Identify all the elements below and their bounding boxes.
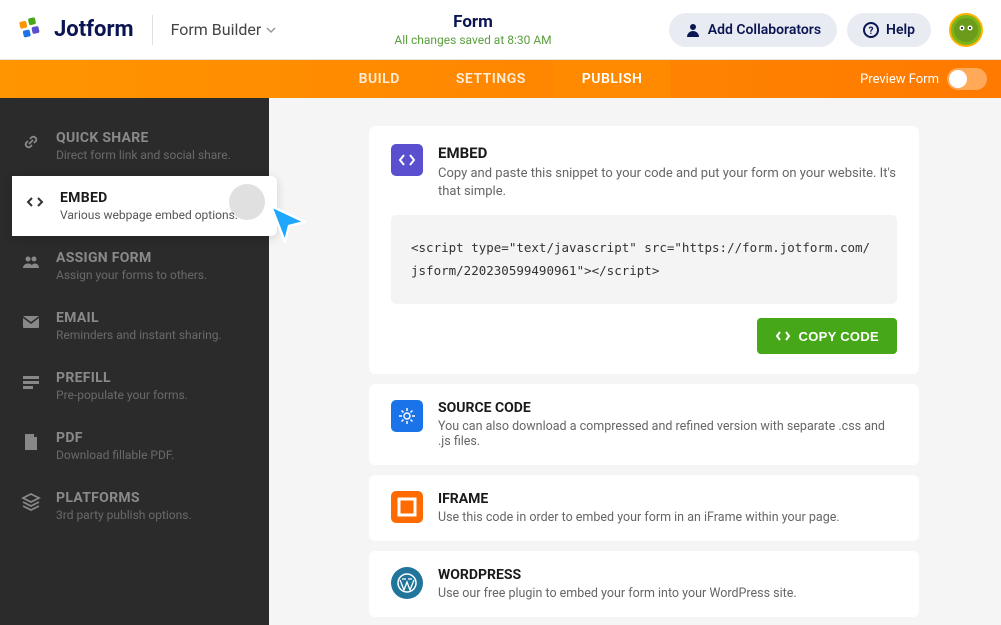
- form-title[interactable]: Form: [453, 12, 493, 32]
- sidebar-desc: 3rd party publish options.: [56, 508, 249, 522]
- option-title: IFRAME: [438, 491, 840, 507]
- sidebar-title: PLATFORMS: [56, 490, 249, 506]
- tab-bar: BUILD SETTINGS PUBLISH Preview Form: [0, 60, 1001, 98]
- sidebar-title: PREFILL: [56, 370, 249, 386]
- code-icon: [775, 328, 791, 344]
- app-header: Jotform Form Builder Form All changes sa…: [0, 0, 1001, 60]
- tab-build[interactable]: BUILD: [331, 60, 428, 98]
- sidebar-item-quick-share[interactable]: QUICK SHARE Direct form link and social s…: [0, 116, 269, 176]
- main-content: EMBED Copy and paste this snippet to you…: [269, 98, 1001, 625]
- sidebar-title: QUICK SHARE: [56, 130, 249, 146]
- body: QUICK SHARE Direct form link and social s…: [0, 98, 1001, 625]
- help-label: Help: [886, 22, 915, 38]
- header-actions: Add Collaborators ? Help: [669, 13, 983, 47]
- sidebar-item-prefill[interactable]: PREFILL Pre-populate your forms.: [0, 356, 269, 416]
- help-button[interactable]: ? Help: [847, 13, 931, 47]
- svg-text:?: ?: [869, 26, 874, 37]
- list-icon: [20, 372, 42, 402]
- option-desc: You can also download a compressed and r…: [438, 419, 897, 449]
- sidebar-desc: Pre-populate your forms.: [56, 388, 249, 402]
- sidebar-title: PDF: [56, 430, 249, 446]
- option-title: SOURCE CODE: [438, 400, 897, 416]
- tab-settings[interactable]: SETTINGS: [428, 60, 554, 98]
- builder-label[interactable]: Form Builder: [171, 20, 262, 39]
- wordpress-icon: [391, 567, 423, 599]
- layers-icon: [20, 492, 42, 522]
- logo-text: Jotform: [54, 17, 134, 42]
- sidebar: QUICK SHARE Direct form link and social s…: [0, 98, 269, 625]
- sidebar-desc: Assign your forms to others.: [56, 268, 249, 282]
- add-collab-label: Add Collaborators: [708, 22, 821, 38]
- sidebar-desc: Reminders and instant sharing.: [56, 328, 249, 342]
- option-source-code[interactable]: SOURCE CODE You can also download a comp…: [369, 384, 919, 465]
- tab-publish[interactable]: PUBLISH: [554, 60, 671, 98]
- person-icon: [685, 22, 701, 38]
- option-desc: Use our free plugin to embed your form i…: [438, 586, 797, 601]
- gear-icon: [391, 400, 423, 432]
- copy-btn-label: COPY CODE: [799, 329, 879, 344]
- option-iframe[interactable]: IFRAME Use this code in order to embed y…: [369, 475, 919, 541]
- pdf-icon: [20, 432, 42, 462]
- help-icon: ?: [863, 22, 879, 38]
- link-icon: [20, 132, 42, 162]
- option-title: WORDPRESS: [438, 567, 797, 583]
- click-indicator: [229, 184, 265, 220]
- add-collaborators-button[interactable]: Add Collaborators: [669, 13, 837, 47]
- sidebar-desc: Various webpage embed options.: [60, 208, 257, 222]
- logo[interactable]: Jotform: [18, 16, 134, 44]
- code-icon: [24, 192, 46, 222]
- logo-icon: [18, 16, 46, 44]
- code-icon: [391, 144, 423, 176]
- sidebar-desc: Download fillable PDF.: [56, 448, 249, 462]
- sidebar-title: ASSIGN FORM: [56, 250, 249, 266]
- embed-title: EMBED: [438, 144, 897, 162]
- avatar-icon: [953, 17, 979, 43]
- frame-icon: [391, 491, 423, 523]
- copy-code-button[interactable]: COPY CODE: [757, 318, 897, 354]
- sidebar-desc: Direct form link and social share.: [56, 148, 249, 162]
- preview-toggle[interactable]: [947, 68, 987, 90]
- code-snippet[interactable]: <script type="text/javascript" src="http…: [391, 215, 897, 304]
- chevron-down-icon[interactable]: [265, 24, 277, 36]
- envelope-icon: [20, 312, 42, 342]
- sidebar-item-embed[interactable]: EMBED Various webpage embed options.: [12, 176, 277, 236]
- preview-label: Preview Form: [860, 72, 939, 87]
- embed-panel: EMBED Copy and paste this snippet to you…: [369, 126, 919, 374]
- sidebar-item-email[interactable]: EMAIL Reminders and instant sharing.: [0, 296, 269, 356]
- sidebar-item-assign-form[interactable]: ASSIGN FORM Assign your forms to others.: [0, 236, 269, 296]
- sidebar-title: EMAIL: [56, 310, 249, 326]
- header-center: Form All changes saved at 8:30 AM: [277, 12, 668, 47]
- save-status: All changes saved at 8:30 AM: [394, 33, 551, 47]
- option-wordpress[interactable]: WORDPRESS Use our free plugin to embed y…: [369, 551, 919, 617]
- avatar[interactable]: [949, 13, 983, 47]
- embed-desc: Copy and paste this snippet to your code…: [438, 165, 897, 201]
- sidebar-title: EMBED: [60, 190, 257, 206]
- option-desc: Use this code in order to embed your for…: [438, 510, 840, 525]
- sidebar-item-platforms[interactable]: PLATFORMS 3rd party publish options.: [0, 476, 269, 536]
- divider: [152, 15, 153, 45]
- people-icon: [20, 252, 42, 282]
- sidebar-item-pdf[interactable]: PDF Download fillable PDF.: [0, 416, 269, 476]
